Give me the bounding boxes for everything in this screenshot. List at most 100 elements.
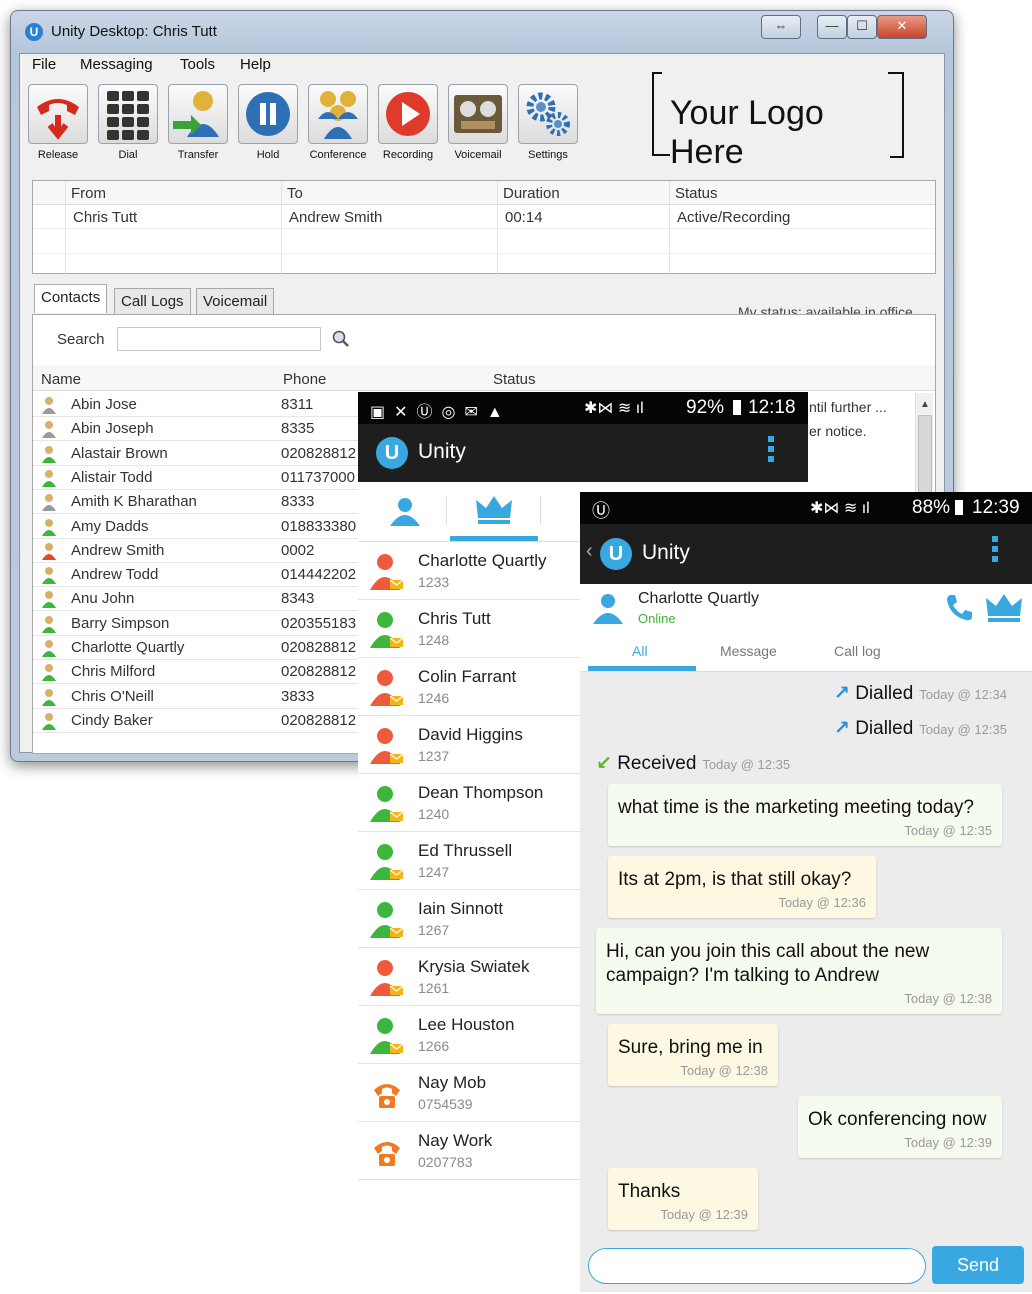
menu-file[interactable]: File — [32, 56, 56, 73]
phone-contact-name: Ed Thrussell — [418, 841, 513, 860]
message-bubble-received: Thanks Today @ 12:39 — [608, 1168, 758, 1230]
maximize-button[interactable]: ☐ — [847, 15, 877, 39]
transfer-icon — [168, 84, 228, 144]
dial-button[interactable]: Dial — [96, 84, 160, 161]
contact-row[interactable]: Chris O'Neill 3833 — [33, 685, 363, 709]
overflow-menu-icon[interactable] — [992, 536, 998, 570]
tab-message[interactable]: Message — [720, 643, 777, 659]
contact-avatar-icon — [370, 784, 404, 824]
contact-row[interactable]: Abin Jose 8311 — [33, 393, 363, 417]
contact-name: Amy Dadds — [71, 517, 149, 535]
phone-contact-row[interactable]: Charlotte Quartly 1233 — [358, 542, 582, 600]
phone-contact-ext: 1246 — [418, 690, 450, 706]
col-phone: Phone — [283, 371, 327, 388]
back-chevron-icon[interactable]: ‹ — [586, 540, 593, 563]
phone-contact-row[interactable]: Ed Thrussell 1247 — [358, 832, 582, 890]
search-icon[interactable] — [331, 329, 351, 349]
release-button[interactable]: Release — [26, 84, 90, 161]
contact-avatar-icon — [370, 1074, 404, 1114]
signal-icons: ✱⋈ ≋ ıl — [810, 500, 870, 517]
contact-name: Amith K Bharathan — [71, 493, 197, 511]
tab-call-logs[interactable]: Call Logs — [114, 288, 191, 314]
phone-contact-ext: 1267 — [418, 922, 450, 938]
contact-row[interactable]: Andrew Smith 0002 — [33, 539, 363, 563]
phone-contact-row[interactable]: Dean Thompson 1240 — [358, 774, 582, 832]
search-input[interactable] — [117, 327, 321, 351]
contact-phone: 014442202 — [281, 566, 357, 584]
tab-contacts[interactable]: Contacts — [34, 284, 108, 313]
overflow-menu-icon[interactable] — [768, 436, 774, 470]
menu-help[interactable]: Help — [240, 56, 271, 73]
conference-button[interactable]: Conference — [306, 84, 370, 161]
phone-contact-row[interactable]: Lee Houston 1266 — [358, 1006, 582, 1064]
contact-row[interactable]: Alistair Todd 011737000 — [33, 466, 363, 490]
contact-presence-icon — [41, 566, 57, 585]
contact-row[interactable]: Chris Milford 020828812 — [33, 660, 363, 685]
send-button[interactable]: Send — [932, 1246, 1024, 1284]
contact-row[interactable]: Cindy Baker 020828812 — [33, 709, 363, 733]
favourites-tab-icon[interactable] — [474, 494, 514, 529]
call-icon[interactable] — [944, 592, 974, 627]
recording-button[interactable]: Recording — [376, 84, 440, 161]
phone-contact-row[interactable]: Nay Work 0207783 — [358, 1122, 582, 1180]
phone-contact-ext: 1233 — [418, 574, 450, 590]
settings-label: Settings — [528, 149, 568, 161]
restore-size-button[interactable]: ⇔ — [761, 15, 801, 39]
contact-presence-icon — [41, 590, 57, 609]
phone1-status-bar: ▣✕Ⓤ◎✉▲ ✱⋈ ≋ ıl 92% 12:18 — [358, 392, 808, 424]
tab-voicemail[interactable]: Voicemail — [196, 288, 275, 314]
favourite-crown-icon[interactable] — [984, 592, 1024, 627]
contact-row[interactable]: Anu John 8343 — [33, 587, 363, 612]
col-contact-status: Status — [493, 371, 536, 388]
dial-label: Dial — [118, 149, 138, 161]
phone-contact-row[interactable]: David Higgins 1237 — [358, 716, 582, 774]
contact-row[interactable]: Amy Dadds 018833380 — [33, 515, 363, 539]
tab-call-log[interactable]: Call log — [834, 643, 881, 659]
contact-presence-icon — [41, 639, 57, 657]
contact-presence-icon — [41, 518, 57, 536]
phone-contact-row[interactable]: Iain Sinnott 1267 — [358, 890, 582, 948]
unity-app-icon: U — [376, 437, 408, 469]
phone-contact-row[interactable]: Chris Tutt 1248 — [358, 600, 582, 658]
chat-contact-name: Charlotte Quartly — [638, 590, 759, 607]
contact-row[interactable]: Amith K Bharathan 8333 — [33, 490, 363, 515]
contact-avatar-icon — [370, 1016, 404, 1056]
menu-tools[interactable]: Tools — [180, 56, 215, 73]
chat-contact-status: Online — [638, 611, 676, 626]
phone-contact-ext: 1266 — [418, 1038, 450, 1054]
phone-contact-row[interactable]: Nay Mob 0754539 — [358, 1064, 582, 1122]
scroll-thumb[interactable] — [918, 415, 932, 495]
phone-contact-row[interactable]: Krysia Swiatek 1261 — [358, 948, 582, 1006]
status-fragment-1: ntil further ... — [809, 399, 887, 415]
phone-contact-ext: 1248 — [418, 632, 450, 648]
call-row[interactable]: Chris Tutt Andrew Smith 00:14 Active/Rec… — [33, 205, 935, 229]
close-button[interactable]: ✕ — [877, 15, 927, 39]
contact-row[interactable]: Abin Joseph 8335 — [33, 417, 363, 442]
settings-button[interactable]: Settings — [516, 84, 580, 161]
tab-all[interactable]: All — [632, 643, 648, 659]
contact-avatar-icon — [370, 958, 404, 998]
contact-row[interactable]: Charlotte Quartly 020828812 — [33, 636, 363, 660]
minimize-button[interactable]: — — [817, 15, 847, 39]
signal-icons: ✱⋈ ≋ ıl — [584, 400, 644, 417]
contact-name: Andrew Smith — [71, 541, 165, 559]
contacts-tab-icon[interactable] — [388, 496, 422, 531]
voicemail-button[interactable]: Voicemail — [446, 84, 510, 161]
received-arrow-icon: ↙ — [596, 753, 612, 774]
menu-messaging[interactable]: Messaging — [80, 56, 153, 73]
event-received: ↙ Received Today @ 12:35 — [596, 753, 791, 774]
title-bar[interactable]: U Unity Desktop: Chris Tutt ⇔ — ☐ ✕ — [11, 11, 953, 53]
message-bubble-sent: Hi, can you join this call about the new… — [596, 928, 1002, 1014]
message-input[interactable] — [588, 1248, 926, 1284]
contact-row[interactable]: Barry Simpson 020355183 — [33, 612, 363, 636]
contact-row[interactable]: Andrew Todd 014442202 — [33, 563, 363, 588]
scroll-up-icon[interactable]: ▲ — [920, 399, 930, 410]
active-tab-indicator — [450, 536, 538, 541]
contact-phone: 020828812 — [281, 639, 357, 656]
transfer-button[interactable]: Transfer — [166, 84, 230, 161]
phone-contact-row[interactable]: Colin Farrant 1246 — [358, 658, 582, 716]
event-dialled: ↗ Dialled Today @ 12:34 — [834, 683, 1007, 704]
hold-button[interactable]: Hold — [236, 84, 300, 161]
contact-row[interactable]: Alastair Brown 020828812 — [33, 442, 363, 466]
contact-phone: 8333 — [281, 493, 315, 511]
